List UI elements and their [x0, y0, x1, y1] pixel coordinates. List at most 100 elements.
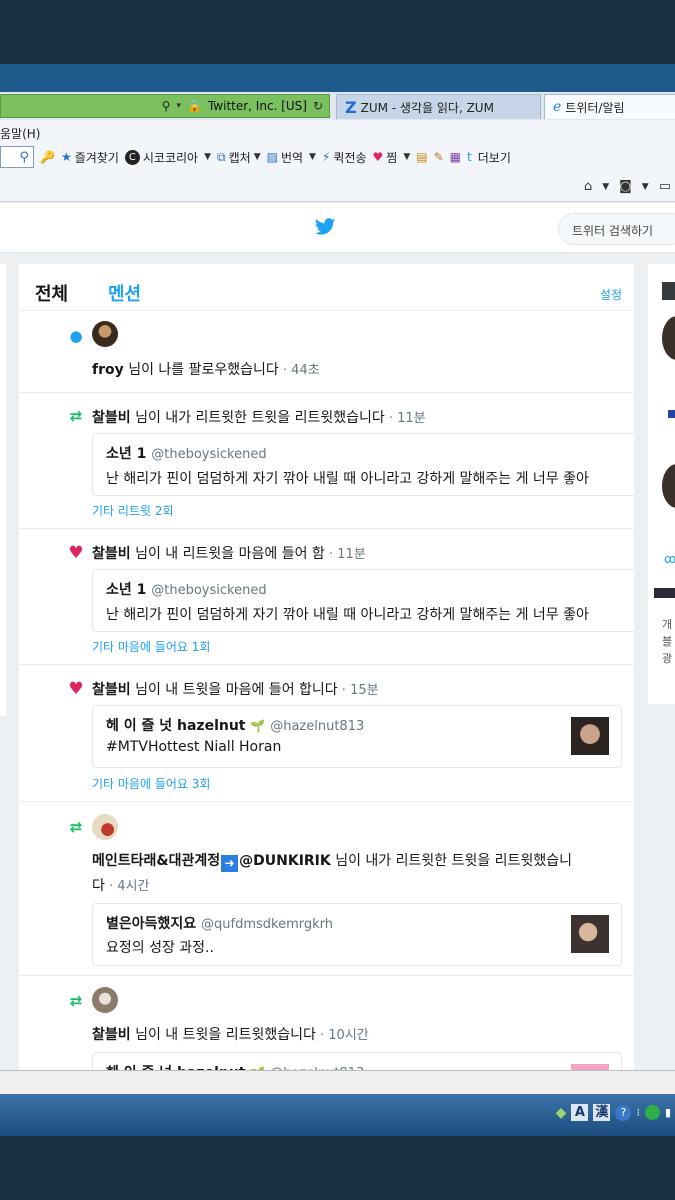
- menu-help[interactable]: 움말(H): [0, 127, 40, 141]
- avatar[interactable]: [92, 987, 118, 1013]
- windows-taskbar: ◆ A 漢 ? ⁝ ▮: [0, 1094, 675, 1136]
- rss-icon[interactable]: ◙: [619, 179, 632, 194]
- footer-text: 개 블 광: [662, 618, 673, 665]
- options-icon[interactable]: ⁝: [636, 1106, 640, 1119]
- left-sidebar-card: [0, 264, 6, 716]
- notification-item[interactable]: ♥ 찰블비 님이 내 리트윗을 마음에 들어 함 · 11분 소년 1 @the…: [19, 529, 634, 665]
- twitter-bird-icon[interactable]: [314, 216, 336, 238]
- notification-text-continued: 다 · 4시간: [92, 878, 150, 894]
- people-icon: ꝏ: [664, 552, 675, 566]
- more-likes-link[interactable]: 기타 마음에 들어요 1회: [92, 638, 210, 655]
- notification-item[interactable]: ● froy 님이 나를 팔로우했습니다 · 44초: [19, 311, 634, 393]
- heart-icon: ♥: [372, 150, 384, 164]
- avatar[interactable]: [662, 464, 675, 508]
- dropdown-arrow-icon[interactable]: ▼: [403, 152, 410, 162]
- fav-translate[interactable]: ▨ 번역: [267, 149, 303, 166]
- note-icon[interactable]: ▤: [416, 150, 427, 164]
- language-bar-icon[interactable]: ◆: [556, 1105, 567, 1121]
- quoted-image[interactable]: [571, 915, 609, 953]
- hanja-icon[interactable]: 漢: [593, 1104, 611, 1121]
- clock-icon[interactable]: [644, 1105, 660, 1120]
- follow-suggestion-heading: [662, 282, 675, 300]
- timestamp[interactable]: · 44초: [279, 363, 320, 378]
- fav-jjim[interactable]: ♥ 찜: [373, 149, 398, 166]
- home-icon[interactable]: ⌂: [584, 179, 592, 194]
- system-tray: ◆ A 漢 ? ⁝ ▮: [556, 1104, 671, 1121]
- actor-name[interactable]: froy: [92, 362, 124, 378]
- search-icon[interactable]: ⚲: [162, 99, 171, 113]
- speaker-icon[interactable]: ▮: [665, 1106, 671, 1119]
- quoted-author[interactable]: 헤 이 즐 넛 hazelnut 🌱 @hazelnut813: [106, 715, 364, 735]
- avatar[interactable]: [92, 814, 118, 840]
- tab-all[interactable]: 전체: [35, 280, 68, 306]
- input-mode-a-icon[interactable]: A: [571, 1104, 589, 1121]
- actor-name[interactable]: 찰블비: [92, 682, 131, 698]
- fav-more[interactable]: 더보기: [478, 149, 511, 166]
- timestamp[interactable]: · 15분: [338, 683, 379, 698]
- quoted-text: 난 해리가 핀이 덤덤하게 자기 깎아 내릴 때 아니라고 강하게 말해주는 게…: [106, 471, 589, 487]
- star-icon: ★: [60, 150, 72, 164]
- tab-mentions[interactable]: 멘션: [108, 280, 141, 306]
- search-icon[interactable]: ⚲: [19, 150, 29, 165]
- sprout-icon: 🌱: [250, 719, 266, 733]
- actor-name[interactable]: 찰블비: [92, 1027, 131, 1043]
- thumbnail: [654, 588, 675, 598]
- actor-name[interactable]: 메인트타래&대관계정 ➜ @DUNKIRIK: [92, 853, 331, 872]
- dropdown-arrow-icon[interactable]: ▼: [204, 152, 211, 162]
- favorites-button[interactable]: ★ 즐겨찾기: [61, 149, 119, 166]
- dropdown-arrow-icon[interactable]: ▼: [309, 152, 316, 162]
- quoted-author[interactable]: 소년 1 @theboysickened: [106, 579, 267, 599]
- avatar[interactable]: [92, 321, 118, 347]
- tab-twitter-notifications[interactable]: ℯ 트위터/알림: [544, 94, 675, 119]
- actor-name[interactable]: 찰블비: [92, 546, 131, 562]
- more-retweets-link[interactable]: 기타 리트윗 2회: [92, 502, 174, 519]
- translate-icon: ▨: [266, 150, 278, 164]
- dropdown-arrow-icon[interactable]: ▼: [602, 182, 609, 192]
- timestamp[interactable]: · 11분: [325, 547, 366, 562]
- dropdown-arrow-icon[interactable]: ▾: [176, 101, 181, 111]
- settings-link[interactable]: 설정: [600, 286, 622, 303]
- twitter-small-icon[interactable]: t: [467, 150, 472, 164]
- page-icon[interactable]: ▭: [659, 179, 671, 194]
- help-icon[interactable]: ?: [615, 1104, 632, 1121]
- quoted-text: #MTVHottest Niall Horan: [106, 739, 282, 755]
- dropdown-arrow-icon[interactable]: ▼: [642, 182, 649, 192]
- refresh-icon[interactable]: ↻: [313, 99, 323, 113]
- notification-item[interactable]: ♥ 찰블비 님이 내 트윗을 마음에 들어 합니다 · 15분 헤 이 즐 넛 …: [19, 665, 634, 802]
- quoted-text: 난 해리가 핀이 덤덤하게 자기 깎아 내릴 때 아니라고 강하게 말해주는 게…: [106, 607, 589, 623]
- favorites-bar: ⚲ 🔑 ★ 즐겨찾기 C 시코코리아 ▼ ⧉ 캡처 ▼ ▨ 번역 ▼ ⚡ 퀵전송 ♥ 찜 ▼ …: [0, 142, 675, 172]
- quoted-author[interactable]: 소년 1 @theboysickened: [106, 443, 267, 463]
- lock-icon: 🔒: [187, 99, 202, 113]
- tab-zum[interactable]: Z ZUM - 생각을 읽다, ZUM: [336, 94, 541, 119]
- book-icon[interactable]: ▦: [450, 150, 461, 164]
- broom-icon[interactable]: ✎: [434, 150, 444, 164]
- timestamp[interactable]: · 4시간: [105, 879, 149, 894]
- quoted-handle: @theboysickened: [151, 447, 267, 462]
- notification-text: 찰블비 님이 내가 리트윗한 트윗을 리트윗했습니다 · 11분: [92, 410, 426, 426]
- right-sidebar-card: ꝏ 개 블 광: [648, 264, 675, 704]
- quoted-handle: @qufdmsdkemrgkrh: [201, 917, 334, 932]
- toolbar-search-box[interactable]: ⚲: [0, 146, 34, 168]
- quoted-tweet[interactable]: 헤 이 즐 넛 hazelnut 🌱 @hazelnut813 #MTVHott…: [92, 705, 622, 768]
- timestamp[interactable]: · 10시간: [316, 1028, 369, 1043]
- quoted-author[interactable]: 별은아득했지요 @qufdmsdkemrgkrh: [106, 913, 333, 933]
- timestamp[interactable]: · 11분: [385, 411, 426, 426]
- notification-item[interactable]: ⇄ 찰블비 님이 내가 리트윗한 트윗을 리트윗했습니다 · 11분 소년 1 …: [19, 393, 634, 529]
- quoted-tweet[interactable]: 소년 1 @theboysickened 난 해리가 핀이 덤덤하게 자기 깎아…: [92, 569, 634, 632]
- quoted-tweet[interactable]: 소년 1 @theboysickened 난 해리가 핀이 덤덤하게 자기 깎아…: [92, 433, 634, 496]
- avatar[interactable]: [662, 316, 675, 360]
- notifications-tabs: 전체 멘션 설정: [19, 264, 634, 311]
- key-icon[interactable]: 🔑: [40, 150, 55, 164]
- quoted-image[interactable]: [571, 717, 609, 755]
- quoted-tweet[interactable]: 별은아득했지요 @qufdmsdkemrgkrh 요정의 성장 과정..: [92, 903, 622, 966]
- address-bar[interactable]: ⚲ ▾ 🔒 Twitter, Inc. [US] ↻: [0, 94, 330, 118]
- notification-item[interactable]: ⇄ 메인트타래&대관계정 ➜ @DUNKIRIK 님이 내가 리트윗한 트윗을 리트…: [19, 802, 634, 976]
- fav-sikokoria[interactable]: C 시코코리아: [124, 149, 198, 166]
- fav-quick-send[interactable]: ⚡ 퀵전송: [322, 149, 367, 166]
- twitter-search-input[interactable]: 트위터 검색하기: [558, 213, 675, 245]
- retweet-icon: ⇄: [69, 818, 83, 836]
- more-likes-link[interactable]: 기타 마음에 들어요 3회: [92, 775, 210, 792]
- actor-name[interactable]: 찰블비: [92, 410, 131, 426]
- twitter-header: 트위터 검색하기: [0, 203, 675, 253]
- fav-capture[interactable]: ⧉ 캡처 ▼: [217, 149, 261, 166]
